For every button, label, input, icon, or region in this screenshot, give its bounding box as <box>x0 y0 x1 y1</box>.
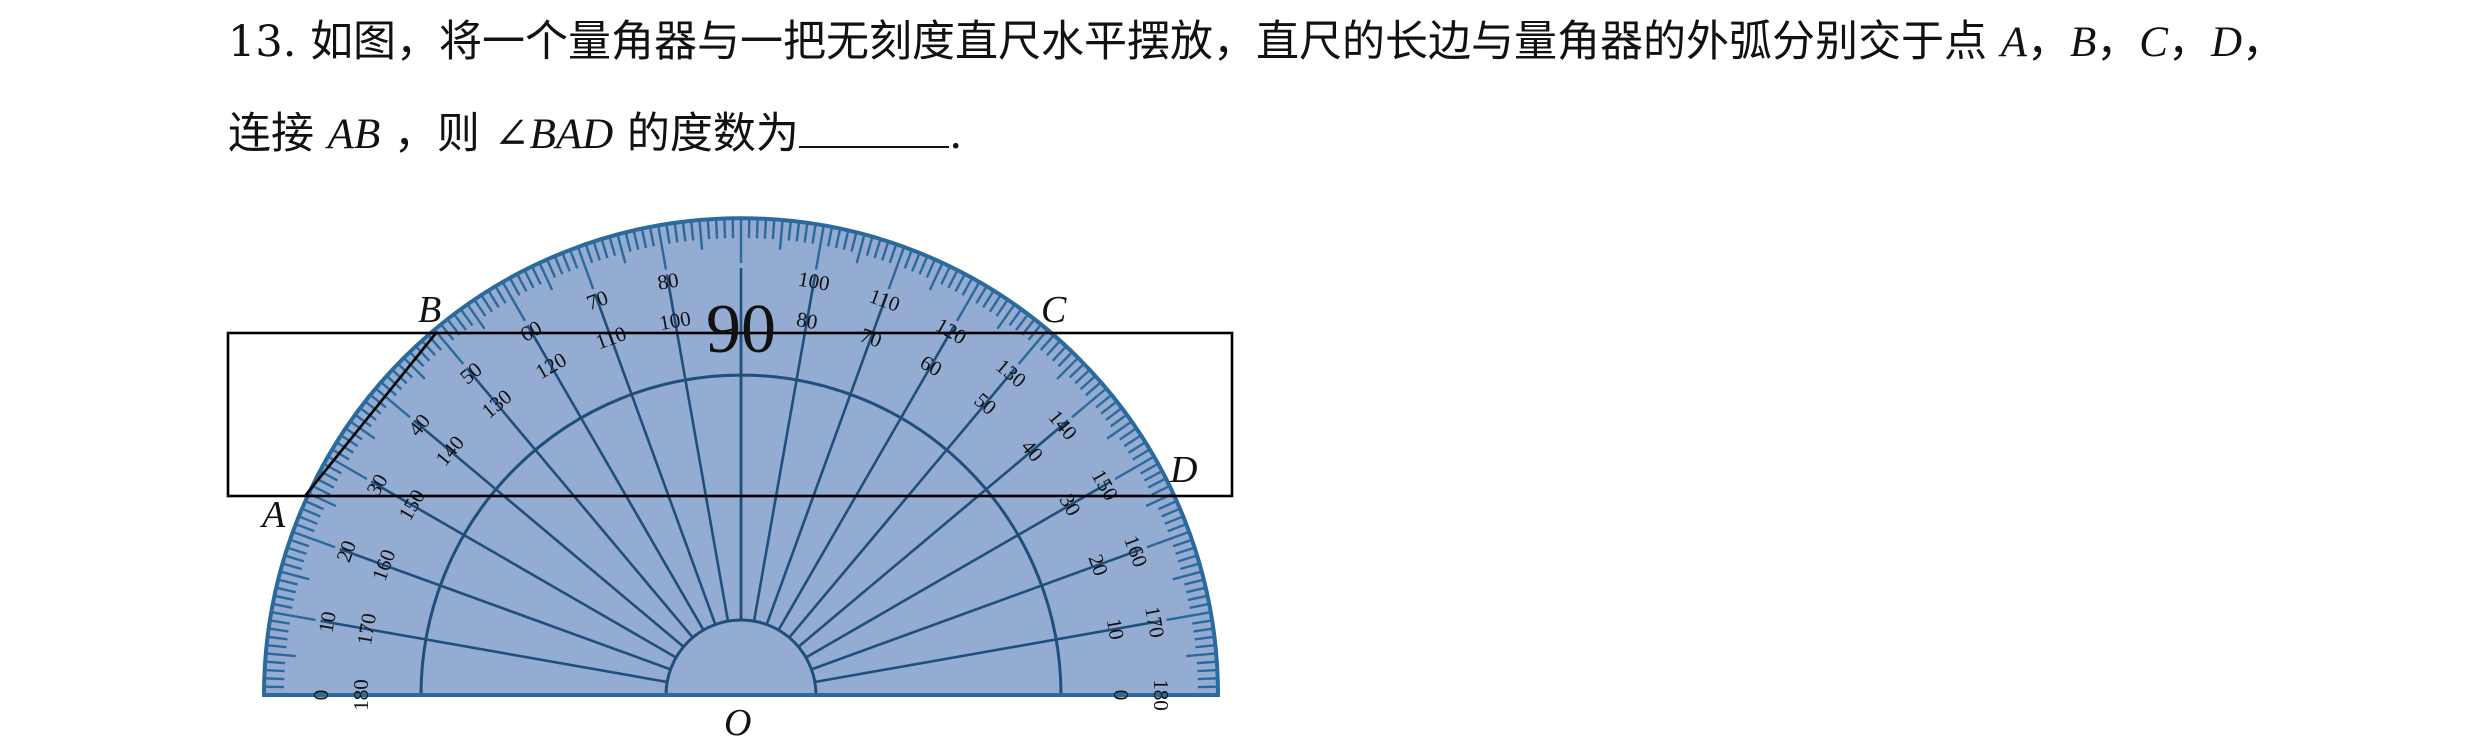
tick-mark <box>1197 668 1218 673</box>
scale-label-inner: 10 <box>1102 617 1129 642</box>
tick-mark <box>265 660 286 665</box>
tick-mark <box>1196 660 1217 665</box>
label-point-c: C <box>1041 289 1067 331</box>
label-center-o: O <box>724 702 751 744</box>
tick-mark <box>706 219 711 240</box>
scale-label-inner: 80 <box>795 307 820 334</box>
scale-label-inner: 180 <box>349 679 373 711</box>
label-point-d: D <box>1169 449 1197 491</box>
label-point-b: B <box>418 289 441 331</box>
scale-label-inner: 0 <box>1109 690 1133 701</box>
tick-mark <box>723 218 727 239</box>
center-number-90: 90 <box>706 291 776 368</box>
tick-mark <box>1197 677 1218 681</box>
tick-mark <box>755 218 759 239</box>
scale-label-outer: 10 <box>314 610 341 635</box>
tick-mark <box>763 218 768 239</box>
tick-mark <box>264 677 285 681</box>
protractor-figure: 0 18010 17020 16030150401405013060120701108… <box>226 216 1234 744</box>
label-point-a: A <box>259 494 286 536</box>
scale-label-outer: 0 <box>309 690 333 701</box>
tick-mark <box>714 218 719 239</box>
tick-mark <box>264 668 285 673</box>
scale-label-outer: 180 <box>1149 679 1173 711</box>
tick-mark <box>771 219 776 240</box>
scale-label-outer: 80 <box>656 268 681 295</box>
